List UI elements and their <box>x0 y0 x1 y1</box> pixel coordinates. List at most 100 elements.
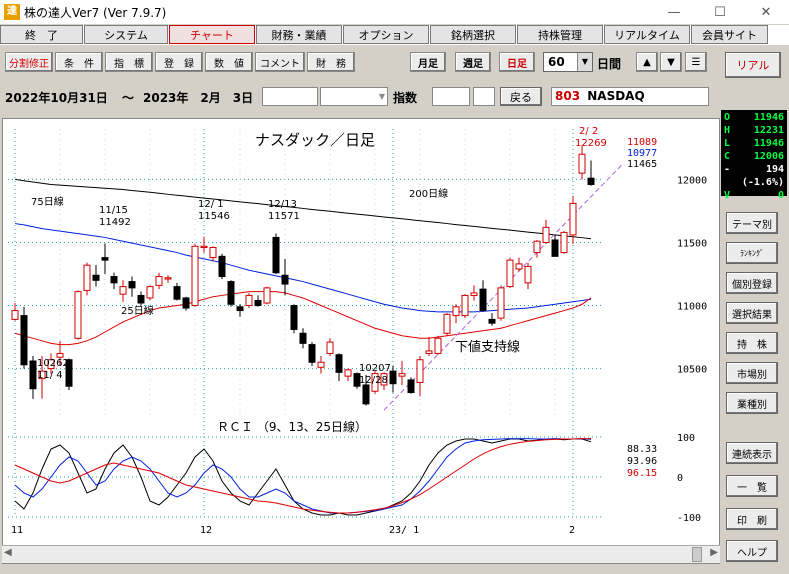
candle-body <box>74 291 82 339</box>
candle-body <box>317 361 325 368</box>
candle-body <box>92 274 100 281</box>
indicator-button[interactable]: 指 標 <box>105 52 153 72</box>
candle-body <box>245 294 253 307</box>
condition-button[interactable]: 条 件 <box>55 52 103 72</box>
menu-holdings[interactable]: 持株管理 <box>517 25 603 44</box>
high2-label-a: 12/ 1 <box>198 199 224 210</box>
candle-body <box>272 236 280 274</box>
high3-label-b: 11571 <box>268 211 300 222</box>
candle-body <box>416 359 424 383</box>
candle-body <box>209 247 217 259</box>
scroll-thumb[interactable] <box>692 547 702 562</box>
blank-field-1[interactable] <box>262 87 318 106</box>
maximize-button[interactable]: ☐ <box>697 0 743 24</box>
candle-body <box>524 265 532 284</box>
quote-close: C 12006 <box>724 151 784 162</box>
list-button[interactable]: 一 覧 <box>726 475 778 497</box>
high4-price: 12269 <box>575 138 607 149</box>
menu-system[interactable]: システム <box>84 25 168 44</box>
ma75-line <box>14 223 592 313</box>
realtime-button[interactable]: リアル <box>725 52 781 78</box>
high1-label-b: 11492 <box>99 217 131 228</box>
y-tick-label: 10500 <box>677 365 707 376</box>
x-tick-label: 12 <box>200 525 212 536</box>
menu-realtime[interactable]: リアルタイム <box>604 25 690 44</box>
close-button[interactable]: ✕ <box>743 0 789 24</box>
y-tick-label: 11000 <box>677 302 707 313</box>
financial-button[interactable]: 財 務 <box>307 52 355 72</box>
menu-financial[interactable]: 財務・業績 <box>256 25 342 44</box>
candlestick-chart[interactable]: 10500 11000 11500 12000 11 12 23/ 1 2 100 0 -100 ナス… <box>3 119 719 545</box>
quote-box: O 11946 H 12231 L 11946 C 12006 -194 (-1.6%)… <box>721 110 787 201</box>
scroll-right-icon[interactable]: ▶ <box>710 547 718 558</box>
y-tick-label: 11500 <box>677 238 707 249</box>
period-count-value: 60 <box>548 55 565 69</box>
candle-body <box>308 344 316 363</box>
window-titlebar: 達 株の達人Ver7 (Ver 7.9.7) — ☐ ✕ <box>0 0 789 24</box>
ranking-button[interactable]: ﾗﾝｷﾝｸﾞ <box>726 242 778 264</box>
scroll-up-button[interactable]: ▲ <box>636 52 658 72</box>
horizontal-scrollbar[interactable]: ◀ ▶ <box>2 545 720 563</box>
selection-result-button[interactable]: 選択結果 <box>726 302 778 324</box>
register-button[interactable]: 登 録 <box>155 52 203 72</box>
rci25-value: 96.15 <box>627 468 657 479</box>
menu-options[interactable]: オプション <box>343 25 429 44</box>
chart-pane[interactable]: 10500 11000 11500 12000 11 12 23/ 1 2 100 0 -100 ナス… <box>2 118 720 564</box>
industry-button[interactable]: 業種別 <box>726 392 778 414</box>
split-adjust-button[interactable]: 分割修正 <box>5 52 53 72</box>
stock-code: 803 <box>555 89 581 103</box>
scroll-left-icon[interactable]: ◀ <box>4 547 12 558</box>
candle-body <box>164 277 172 280</box>
blank-field-3[interactable] <box>473 87 495 106</box>
individual-register-button[interactable]: 個別登録 <box>726 272 778 294</box>
weekly-button[interactable]: 週足 <box>455 52 491 72</box>
back-button[interactable]: 戻る <box>500 87 542 106</box>
theme-button[interactable]: テーマ別 <box>726 212 778 234</box>
candle-body <box>290 305 298 330</box>
daily-button[interactable]: 日足 <box>499 52 535 72</box>
dropdown-arrow-icon[interactable]: ▼ <box>379 88 385 105</box>
scroll-down-button[interactable]: ▼ <box>660 52 682 72</box>
candle-body <box>110 276 118 284</box>
date-bar: 2022年10月31日 ～ 2023年 2月 3日 ▼ 指数 戻る 803 NA… <box>0 86 789 108</box>
candle-body <box>452 306 460 317</box>
menu-chart[interactable]: チャート <box>169 25 255 44</box>
candle-body <box>218 255 226 278</box>
ma75-value: 10977 <box>627 148 657 159</box>
stock-name: NASDAQ <box>587 89 645 103</box>
stock-field[interactable]: 803 NASDAQ <box>551 87 709 106</box>
candle-body <box>551 239 559 257</box>
menu-member-site[interactable]: 会員サイト <box>691 25 768 44</box>
candle-body <box>506 259 514 288</box>
index-label: 指数 <box>393 91 418 105</box>
period-count-select[interactable]: 60 ▼ <box>543 52 593 72</box>
holdings-button[interactable]: 持 株 <box>726 332 778 354</box>
menu-stock-select[interactable]: 銘柄選択 <box>430 25 516 44</box>
period-unit-label: 日間 <box>597 57 622 71</box>
toolbar: 分割修正 条 件 指 標 登 録 数 値 コメント 財 務 月足 週足 日足 6… <box>0 46 789 84</box>
candle-body <box>56 352 64 358</box>
date-to: 2023年 2月 3日 <box>143 91 254 105</box>
ma200-value: 11465 <box>627 159 657 170</box>
menu-icon[interactable]: ☰ <box>685 52 707 72</box>
candle-body <box>488 318 496 324</box>
help-button[interactable]: ヘルプ <box>726 540 778 562</box>
comment-button[interactable]: コメント <box>255 52 305 72</box>
continuous-display-button[interactable]: 連続表示 <box>726 442 778 464</box>
monthly-button[interactable]: 月足 <box>410 52 446 72</box>
window-title: 株の達人Ver7 (Ver 7.9.7) <box>24 5 167 20</box>
candle-body <box>263 287 271 304</box>
index-select[interactable]: ▼ <box>320 87 388 106</box>
values-button[interactable]: 数 値 <box>205 52 253 72</box>
minimize-button[interactable]: — <box>651 0 697 24</box>
blank-field-2[interactable] <box>432 87 470 106</box>
candle-body <box>542 226 550 243</box>
print-button[interactable]: 印 刷 <box>726 508 778 530</box>
support-line-label: 下値支持線 <box>455 339 520 355</box>
dropdown-arrow-icon[interactable]: ▼ <box>577 53 592 71</box>
candle-body <box>362 384 370 405</box>
candle-body <box>434 337 442 354</box>
market-button[interactable]: 市場別 <box>726 362 778 384</box>
candle-body <box>20 315 28 366</box>
menu-exit[interactable]: 終 了 <box>0 25 83 44</box>
